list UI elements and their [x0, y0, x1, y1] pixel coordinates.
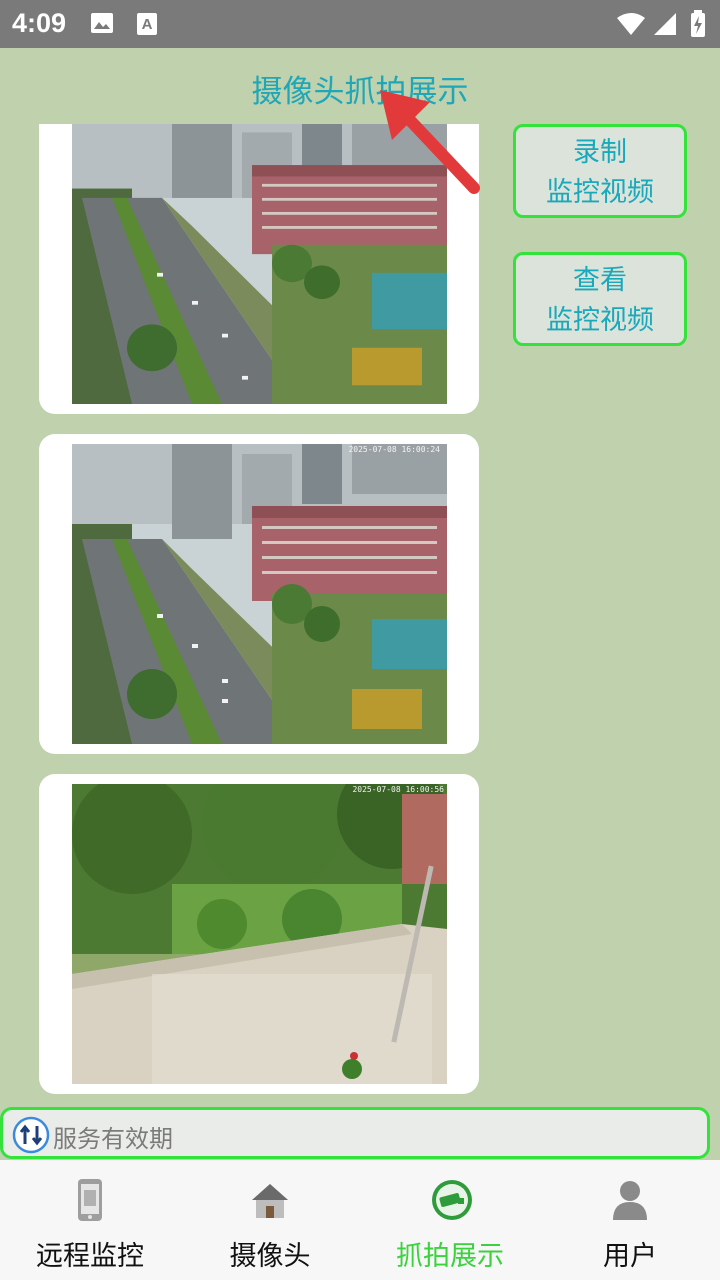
- view-button-line2: 监控视频: [546, 305, 654, 336]
- street-snapshot-image: 2025-07-08 16:00:24: [72, 444, 447, 744]
- service-validity-text: 服务有效期: [53, 1125, 173, 1153]
- user-icon: [610, 1178, 650, 1222]
- nav-label: 用户: [603, 1241, 657, 1272]
- view-video-button[interactable]: 查看 监控视频: [513, 252, 687, 346]
- signal-icon: [652, 12, 678, 40]
- battery-charging-icon: [690, 10, 706, 42]
- image-icon: [90, 12, 114, 38]
- house-icon: [250, 1178, 290, 1222]
- record-video-button[interactable]: 录制 监控视频: [513, 124, 687, 218]
- nav-label: 远程监控: [36, 1241, 144, 1272]
- transfer-icon: [12, 1116, 50, 1154]
- snapshot-card[interactable]: 2025-07-08 16:00:24: [39, 434, 479, 754]
- nav-item-camera[interactable]: 摄像头: [180, 1160, 360, 1280]
- wifi-icon: [616, 12, 646, 40]
- phone-icon: [70, 1178, 110, 1222]
- nav-item-user[interactable]: 用户: [540, 1160, 720, 1280]
- nav-item-snapshot-display[interactable]: 抓拍展示: [360, 1160, 540, 1280]
- bottom-nav: 远程监控 摄像头 抓拍展示 用户: [0, 1160, 720, 1280]
- snapshot-card[interactable]: 2025-07-08 16:00:56: [39, 774, 479, 1094]
- camera-icon: [430, 1178, 472, 1222]
- snapshot-timestamp: 2025-07-08 16:00:56: [352, 785, 444, 794]
- text-a-icon: A: [136, 12, 158, 40]
- service-validity-bar[interactable]: 服务有效期: [0, 1107, 710, 1159]
- nav-label: 摄像头: [229, 1241, 311, 1272]
- red-arrow-annotation: [380, 90, 480, 194]
- yard-snapshot-image: 2025-07-08 16:00:56: [72, 784, 447, 1084]
- snapshot-timestamp: 2025-07-08 16:00:24: [348, 445, 440, 454]
- record-button-line1: 录制: [573, 137, 627, 168]
- page-title-overlay: 摄像头抓拍展示: [251, 74, 469, 110]
- status-bar: 4:09 A: [0, 0, 720, 48]
- record-button-line2: 监控视频: [546, 177, 654, 208]
- svg-text:A: A: [142, 16, 153, 33]
- nav-item-remote-monitor[interactable]: 远程监控: [0, 1160, 180, 1280]
- view-button-line1: 查看: [573, 265, 627, 296]
- status-time: 4:09: [12, 8, 67, 38]
- nav-label: 抓拍展示: [396, 1241, 504, 1272]
